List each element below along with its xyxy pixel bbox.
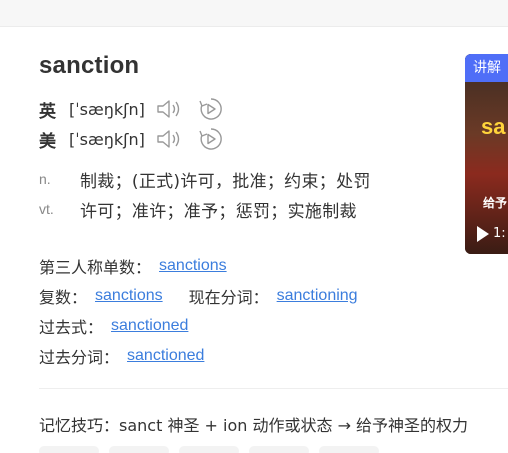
- video-title: sa: [481, 114, 506, 139]
- word-form-link[interactable]: sanctions: [95, 287, 163, 305]
- word-form-link[interactable]: sanctions: [159, 257, 227, 275]
- word-form-past-tense: 过去式： sanctioned: [39, 315, 188, 337]
- video-duration: 1:: [493, 226, 506, 241]
- word-form-label: 复数：: [39, 288, 88, 307]
- pronunciation-lang: 英: [39, 101, 56, 122]
- video-badge: 讲解: [465, 54, 508, 82]
- video-thumbnail: [465, 54, 508, 254]
- word-form-label: 过去分词：: [39, 348, 120, 367]
- pronunciation-uk: 英 [ˈsæŋkʃn]: [39, 97, 239, 122]
- play-icon[interactable]: [477, 226, 489, 242]
- word-form-label: 现在分词：: [188, 288, 269, 307]
- word-form-label: 过去式：: [39, 318, 104, 337]
- tag-placeholder[interactable]: [319, 446, 379, 453]
- memory-tip: 记忆技巧：sanct 神圣 + ion 动作或状态 → 给予神圣的权力: [39, 416, 469, 435]
- word-form-label: 第三人称单数：: [39, 258, 152, 277]
- speaker-icon[interactable]: [155, 127, 183, 151]
- pronunciation-lang: 美: [39, 131, 56, 152]
- tag-placeholder[interactable]: [249, 446, 309, 453]
- headword: sanction: [39, 52, 140, 79]
- word-form-third-person: 第三人称单数： sanctions: [39, 255, 227, 277]
- part-of-speech: vt.: [39, 201, 54, 217]
- tag-placeholder[interactable]: [39, 446, 99, 453]
- video-subtitle: 给予: [483, 196, 508, 210]
- definition-row: vt. 许可；准许；准予；惩罚；实施制裁: [39, 197, 357, 222]
- tag-placeholder[interactable]: [179, 446, 239, 453]
- tag-placeholder[interactable]: [109, 446, 169, 453]
- video-card[interactable]: 讲解 sa 给予 1:: [465, 54, 508, 254]
- word-form-plural-participle: 复数： sanctions 现在分词： sanctioning: [39, 285, 358, 307]
- definition-text: 制裁；(正式)许可，批准；约束；处罚: [80, 171, 371, 192]
- word-form-link[interactable]: sanctioned: [127, 347, 204, 365]
- speaker-icon[interactable]: [155, 97, 183, 121]
- word-form-past-participle: 过去分词： sanctioned: [39, 345, 204, 367]
- part-of-speech: n.: [39, 171, 51, 187]
- replay-icon[interactable]: [197, 127, 225, 151]
- word-form-link[interactable]: sanctioning: [277, 287, 358, 305]
- definition-text: 许可；准许；准予；惩罚；实施制裁: [80, 201, 357, 222]
- word-form-link[interactable]: sanctioned: [111, 317, 188, 335]
- section-divider: [39, 388, 508, 389]
- replay-icon[interactable]: [197, 97, 225, 121]
- pronunciation-us: 美 [ˈsæŋkʃn]: [39, 127, 239, 152]
- related-tags: [39, 446, 379, 453]
- definition-row: n. 制裁；(正式)许可，批准；约束；处罚: [39, 167, 371, 192]
- pronunciation-ipa: [ˈsæŋkʃn]: [69, 129, 145, 149]
- top-bar: [0, 0, 508, 27]
- pronunciation-ipa: [ˈsæŋkʃn]: [69, 99, 145, 119]
